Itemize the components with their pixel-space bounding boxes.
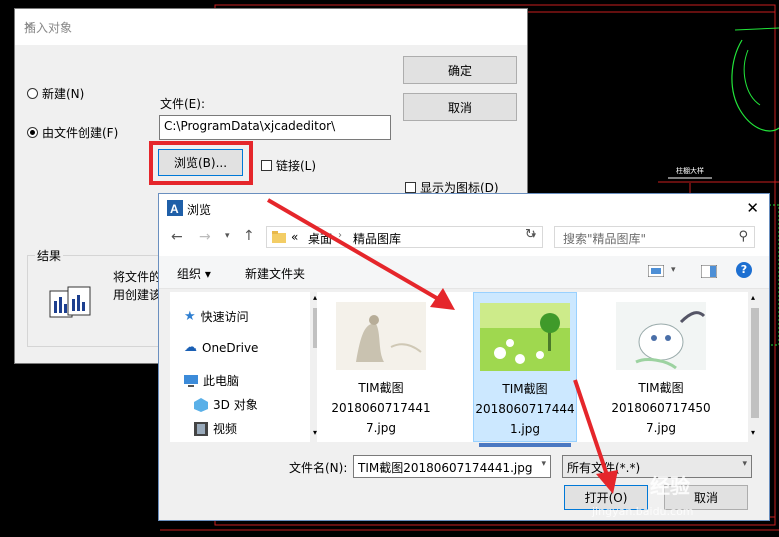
arrowhead [430,288,455,310]
watermark-text: 经验 [650,474,690,498]
watermark-url: jingyan.baidu.com [592,505,694,518]
arrowhead [596,470,618,494]
arrow-to-selected-file [266,198,442,302]
arrow-to-open-button [573,379,610,479]
annotation-arrows [266,198,618,494]
